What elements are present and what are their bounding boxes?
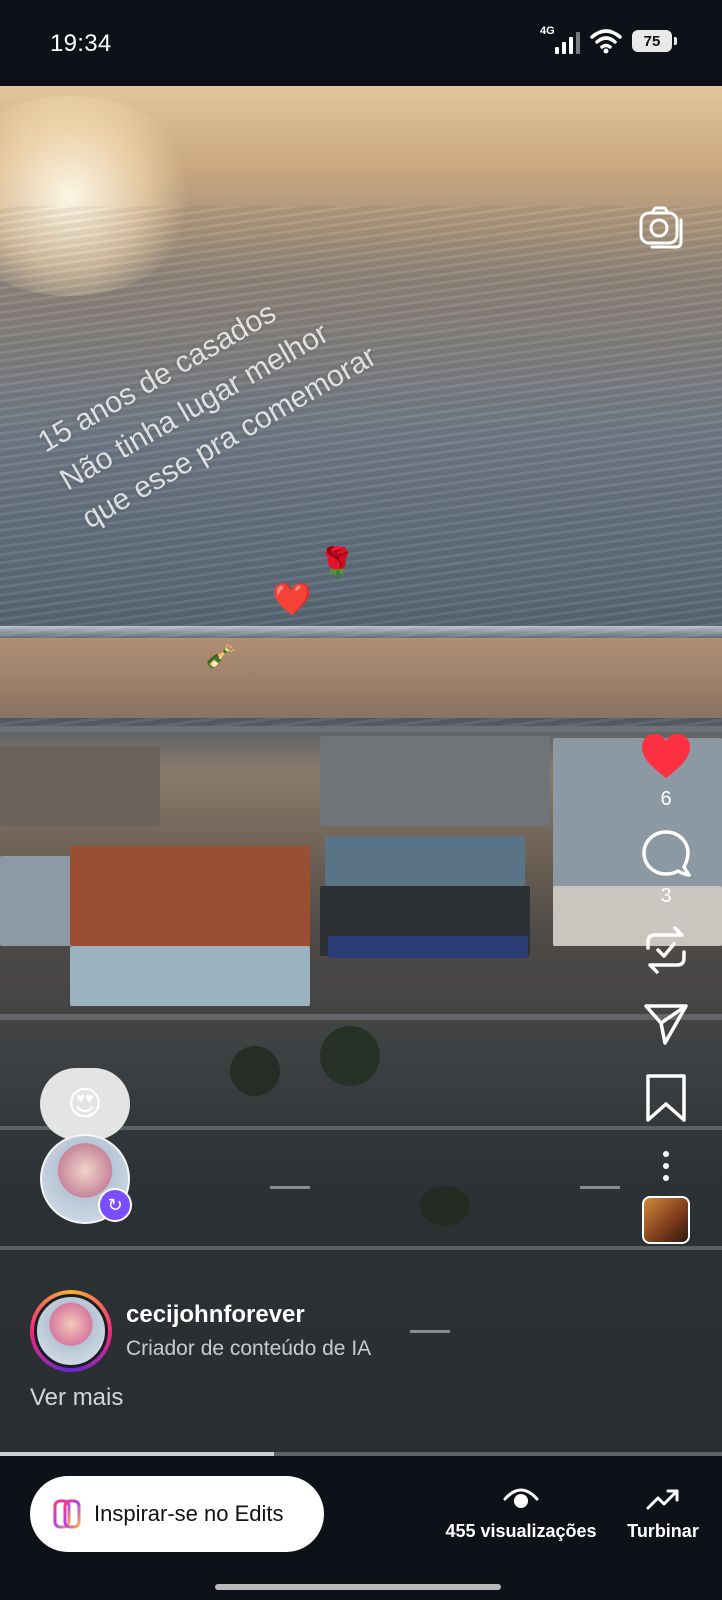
reaction-bubble[interactable]: 😍 bbox=[40, 1068, 130, 1140]
story-ring[interactable] bbox=[30, 1290, 112, 1372]
status-bar: 19:34 4G 75 bbox=[0, 0, 722, 86]
building bbox=[320, 736, 550, 826]
heart-shape bbox=[642, 734, 690, 778]
author-info[interactable]: cecijohnforever Criador de conteúdo de I… bbox=[30, 1290, 371, 1372]
beach bbox=[0, 638, 722, 718]
boost-label: Turbinar bbox=[627, 1521, 699, 1541]
trending-up-icon bbox=[646, 1489, 679, 1510]
audio-cover-button[interactable] bbox=[642, 1196, 690, 1244]
heart-sticker: ❤️ bbox=[272, 581, 312, 617]
comment-button[interactable] bbox=[640, 827, 692, 879]
views-button[interactable]: 455 visualizações bbox=[436, 1486, 606, 1542]
lane-marking bbox=[270, 1186, 310, 1189]
home-indicator[interactable] bbox=[215, 1584, 501, 1590]
repost-button[interactable] bbox=[640, 924, 692, 976]
remix-badge-icon: ↻ bbox=[98, 1188, 132, 1222]
status-icons: 4G 75 bbox=[540, 25, 677, 54]
tree bbox=[320, 1026, 380, 1086]
bottle-sticker: 🍾 bbox=[206, 641, 234, 672]
avatar bbox=[34, 1294, 108, 1368]
camera-icon[interactable] bbox=[638, 204, 684, 250]
edits-inspire-label: Inspirar-se no Edits bbox=[94, 1501, 284, 1526]
comment-icon bbox=[642, 830, 691, 877]
author-subtitle: Criador de conteúdo de IA bbox=[126, 1337, 372, 1360]
building bbox=[325, 836, 525, 886]
building bbox=[70, 846, 310, 946]
rose-sticker: 🌹 bbox=[318, 547, 356, 580]
save-button[interactable] bbox=[640, 1072, 692, 1124]
edits-app-icon bbox=[53, 1499, 81, 1529]
heart-icon bbox=[642, 734, 690, 778]
comment-count: 3 bbox=[660, 885, 672, 907]
edits-inspire-button[interactable]: Inspirar-se no Edits bbox=[30, 1476, 324, 1552]
eye-icon bbox=[503, 1488, 539, 1508]
views-count: 455 visualizações bbox=[445, 1521, 597, 1541]
battery-icon: 75 bbox=[632, 30, 677, 52]
network-type: 4G bbox=[540, 25, 555, 37]
bottom-bar: Inspirar-se no Edits 455 visualizações T… bbox=[0, 1456, 722, 1600]
heart-eyes-emoji: 😍 bbox=[67, 1085, 103, 1123]
action-column: 6 3 bbox=[636, 730, 696, 1244]
author-text: cecijohnforever Criador de conteúdo de I… bbox=[126, 1301, 371, 1361]
reel-video[interactable]: 15 anos de casados Não tinha lugar melho… bbox=[0, 86, 722, 1456]
wifi-icon bbox=[590, 29, 622, 54]
tree bbox=[230, 1046, 280, 1096]
building bbox=[328, 936, 528, 958]
status-time: 19:34 bbox=[50, 30, 112, 57]
author-username[interactable]: cecijohnforever bbox=[126, 1301, 371, 1329]
tree bbox=[420, 1186, 470, 1226]
lane-marking bbox=[580, 1186, 620, 1189]
lane-marking bbox=[410, 1330, 450, 1333]
road-line bbox=[0, 726, 722, 732]
repost-icon bbox=[646, 926, 686, 974]
send-icon bbox=[644, 1004, 688, 1045]
building bbox=[70, 946, 310, 1006]
like-button[interactable] bbox=[640, 730, 692, 782]
road-line bbox=[0, 1014, 722, 1020]
more-options-button[interactable] bbox=[640, 1146, 692, 1186]
like-count: 6 bbox=[660, 788, 672, 810]
building bbox=[0, 746, 160, 826]
bookmark-icon bbox=[646, 1074, 686, 1122]
see-more-link[interactable]: Ver mais bbox=[30, 1384, 123, 1412]
cell-signal-icon: 4G bbox=[540, 25, 580, 54]
boost-button[interactable]: Turbinar bbox=[620, 1486, 706, 1542]
share-button[interactable] bbox=[640, 998, 692, 1050]
more-vertical-icon bbox=[663, 1151, 669, 1181]
battery-level: 75 bbox=[643, 32, 661, 50]
road-line bbox=[0, 1246, 722, 1250]
